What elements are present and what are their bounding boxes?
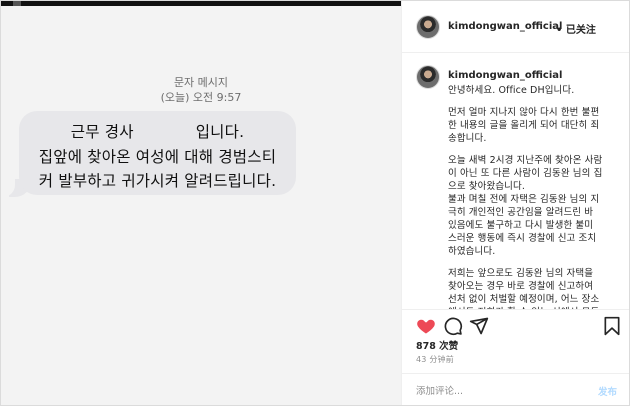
header-username[interactable]: kimdongwan_official [448, 21, 562, 32]
following-status[interactable]: • 已关注 [556, 21, 596, 36]
caption-username[interactable]: kimdongwan_official [448, 70, 562, 81]
post-sidebar: kimdongwan_official • 已关注 kimdongwan_off… [401, 1, 629, 405]
message-line-1-left: 근무 경사 [70, 123, 134, 141]
caption-line: 있음에도 불구하고 다시 발생한 불미 [448, 220, 594, 231]
caption-line: 선처 없이 처벌할 예정이며, 어느 장소 [448, 294, 600, 305]
post-header: kimdongwan_official • 已关注 [402, 1, 629, 53]
caption-line: 오늘 새벽 2시경 지난주에 찾아온 사람 [448, 155, 603, 166]
phone-status-bar [1, 1, 401, 6]
caption-line: 이 아닌 또 다른 사람이 김동완 님의 집 [448, 168, 603, 179]
bookmark-icon[interactable] [602, 316, 622, 336]
text-message-bubble: 근무 경사 입니다. 집앞에 찾아온 여성에 대해 경범스티 커 발부하고 귀가시… [19, 111, 296, 195]
status-bar-tab [13, 1, 21, 6]
comment-bar: 发布 [402, 373, 629, 405]
message-line-3: 커 발부하고 귀가시켜 알려드립니다. [38, 172, 277, 190]
share-icon[interactable] [469, 316, 489, 336]
caption-line: 저희는 앞으로도 김동완 님의 자택을 [448, 268, 594, 279]
caption-line: 한 내용의 글을 올리게 되어 대단히 죄 [448, 120, 600, 131]
caption-avatar[interactable] [416, 65, 440, 89]
avatar[interactable] [416, 15, 440, 39]
caption-line: 하였습니다. [448, 246, 496, 257]
message-line-1: 근무 경사 입니다. [19, 120, 296, 142]
comment-input[interactable] [416, 382, 576, 400]
caption-line: 으로 찾아왔습니다. [448, 181, 525, 192]
message-app-title: 문자 메시지 [173, 76, 229, 89]
post-caption: kimdongwan_official 안녕하세요. Office DH입니다.… [402, 53, 629, 309]
message-line-1-right: 입니다. [195, 123, 245, 141]
caption-line: 먼저 얼마 지나지 않아 다시 한번 불편 [448, 107, 600, 118]
post-time[interactable]: 43 分钟前 [416, 354, 454, 365]
caption-line: 극히 개인적인 공간임을 알려드린 바 [448, 207, 594, 218]
post-photo: 문자 메시지 (오늘) 오전 9:57 근무 경사 입니다. 집앞에 찾아온 여성… [1, 1, 401, 405]
caption-line: 안녕하세요. Office DH입니다. [448, 85, 575, 96]
instagram-post-modal: 문자 메시지 (오늘) 오전 9:57 근무 경사 입니다. 집앞에 찾아온 여성… [0, 0, 630, 406]
caption-line: 송합니다. [448, 133, 487, 144]
comment-icon[interactable] [443, 316, 463, 336]
caption-line: 찾아오는 경우 바로 경찰에 신고하여 [448, 281, 594, 292]
caption-line: 스러운 행동에 즉시 경찰에 신고 조치 [448, 233, 597, 244]
post-comment-button[interactable]: 发布 [598, 384, 617, 398]
likes-count[interactable]: 878 次赞 [416, 338, 458, 352]
heart-icon[interactable] [416, 316, 436, 336]
message-timestamp: (오늘) 오전 9:57 [160, 91, 242, 104]
caption-line: 불과 며칠 전에 자택은 김동완 님의 지 [448, 194, 600, 205]
message-line-2: 집앞에 찾아온 여성에 대해 경범스티 [38, 148, 277, 166]
